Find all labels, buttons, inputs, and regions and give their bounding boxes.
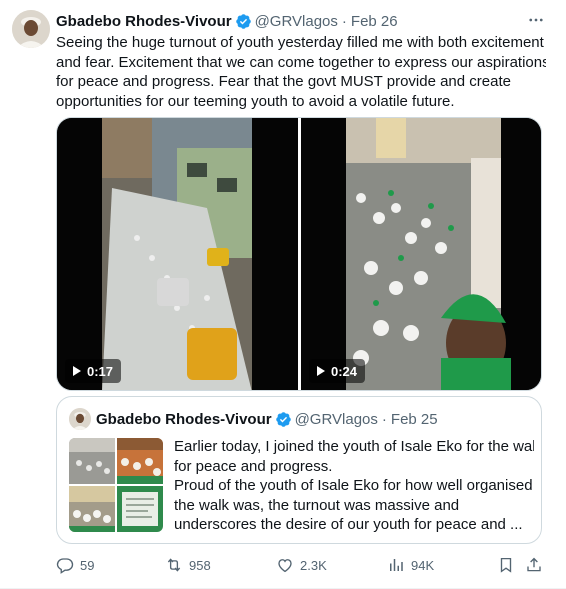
media-grid: 0:17 0:24 bbox=[56, 117, 542, 391]
repost-button[interactable]: 958 bbox=[165, 555, 211, 575]
video-player-1[interactable]: 0:17 bbox=[57, 118, 298, 390]
quoted-text-line: Earlier today, I joined the youth of Isa… bbox=[174, 438, 534, 455]
separator: · bbox=[341, 12, 347, 30]
tweet-text-line: Seeing the huge turnout of youth yesterd… bbox=[56, 34, 544, 51]
quoted-media-thumbnail bbox=[69, 486, 115, 532]
play-icon bbox=[317, 366, 325, 376]
verified-badge-icon bbox=[275, 411, 292, 428]
video-duration-badge: 0:24 bbox=[309, 359, 366, 383]
video-duration-badge: 0:17 bbox=[65, 359, 122, 383]
author-name[interactable]: Gbadebo Rhodes-Vivour bbox=[56, 13, 232, 30]
quoted-author-name: Gbadebo Rhodes-Vivour bbox=[96, 410, 272, 428]
views-button[interactable]: 94K bbox=[387, 555, 434, 575]
reply-button[interactable]: 59 bbox=[56, 555, 94, 575]
quoted-media-thumbnail bbox=[117, 486, 163, 532]
separator: · bbox=[381, 410, 387, 428]
quoted-text-line: Proud of the youth of Isale Eko for how … bbox=[174, 477, 533, 494]
tweet-text-line: for peace and progress. Fear that the go… bbox=[56, 73, 511, 90]
video-thumbnail-marching-youth bbox=[301, 118, 541, 390]
repost-count: 958 bbox=[189, 557, 211, 573]
quoted-author-handle: @GRVlagos bbox=[294, 410, 378, 428]
repost-icon bbox=[167, 558, 181, 572]
tweet-text-line: opportunities for our teeming youth to a… bbox=[56, 92, 455, 110]
bookmark-button[interactable] bbox=[497, 555, 515, 575]
action-bar: 59 958 2.3K 94K bbox=[56, 555, 546, 575]
quoted-tweet-date: Feb 25 bbox=[390, 410, 438, 428]
video-thumbnail-street-crowd bbox=[57, 118, 298, 390]
quoted-tweet-header: Gbadebo Rhodes-Vivour @GRVlagos · Feb 25 bbox=[96, 409, 438, 429]
play-icon bbox=[73, 366, 81, 376]
views-icon bbox=[390, 559, 403, 571]
quoted-text-line: underscores the desire of our youth for … bbox=[174, 516, 523, 533]
author-handle[interactable]: @GRVlagos bbox=[255, 13, 338, 30]
view-count: 94K bbox=[411, 557, 435, 573]
bookmark-icon bbox=[500, 557, 512, 573]
like-button[interactable]: 2.3K bbox=[276, 555, 327, 575]
quoted-media-thumbnail bbox=[117, 438, 163, 484]
video-player-2[interactable]: 0:24 bbox=[301, 118, 541, 390]
reply-icon bbox=[56, 558, 74, 574]
author-avatar[interactable] bbox=[12, 10, 50, 48]
share-button[interactable] bbox=[525, 555, 543, 575]
tweet-text: Seeing the huge turnout of youth yesterd… bbox=[56, 33, 546, 111]
video-duration: 0:24 bbox=[331, 363, 358, 379]
quoted-author-avatar bbox=[69, 408, 91, 430]
quoted-text-line: the walk was, the turnout was massive an… bbox=[174, 496, 460, 514]
quoted-tweet[interactable]: Gbadebo Rhodes-Vivour @GRVlagos · Feb 25 bbox=[56, 396, 542, 544]
quoted-media-thumbnail bbox=[69, 438, 115, 484]
tweet-header: Gbadebo Rhodes-Vivour @GRVlagos · Feb 26 bbox=[56, 11, 398, 31]
quoted-media-thumbnails bbox=[69, 438, 163, 532]
reply-count: 59 bbox=[80, 557, 95, 573]
tweet-date[interactable]: Feb 26 bbox=[351, 13, 398, 30]
quoted-text-line: for peace and progress. bbox=[174, 457, 333, 475]
video-duration: 0:17 bbox=[87, 363, 114, 379]
share-icon bbox=[527, 557, 541, 572]
more-icon[interactable] bbox=[526, 10, 546, 30]
like-icon bbox=[278, 559, 292, 573]
quoted-tweet-text: Earlier today, I joined the youth of Isa… bbox=[174, 437, 534, 535]
tweet[interactable]: Gbadebo Rhodes-Vivour @GRVlagos · Feb 26… bbox=[0, 0, 566, 589]
like-count: 2.3K bbox=[300, 557, 327, 573]
tweet-text-line: and fear. Excitement that we can come to… bbox=[56, 53, 546, 71]
verified-badge-icon bbox=[235, 13, 252, 30]
